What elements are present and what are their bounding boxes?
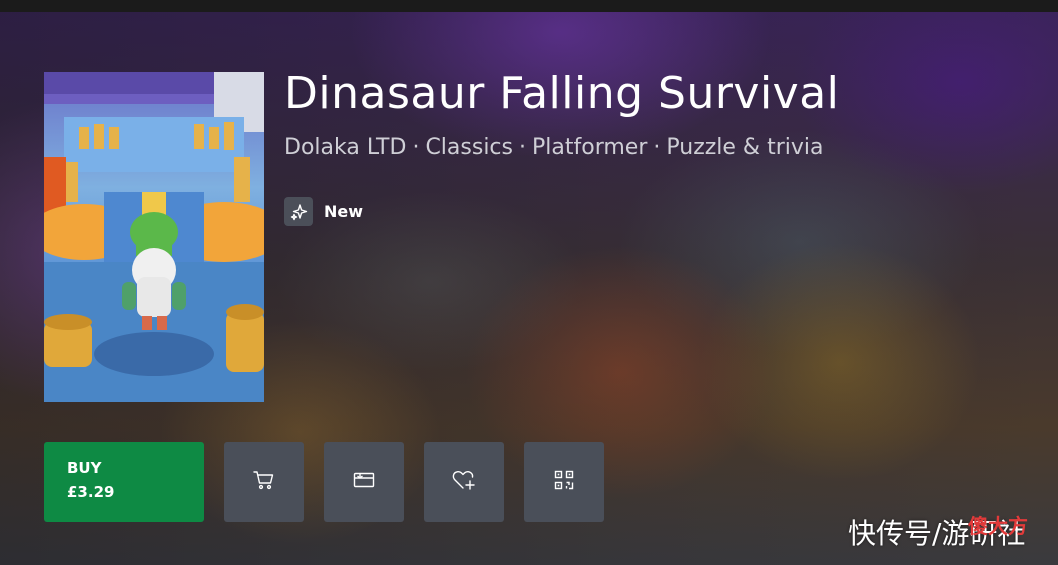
qr-code-icon	[554, 470, 574, 494]
sparkle-icon	[284, 197, 313, 226]
game-cover-art	[44, 72, 264, 402]
cart-icon	[253, 470, 275, 494]
buy-label: BUY	[67, 459, 102, 477]
badge-label: New	[324, 202, 364, 221]
category-link-classics[interactable]: Classics	[425, 135, 513, 160]
category-link-platformer[interactable]: Platformer	[532, 135, 647, 160]
separator: ·	[519, 135, 526, 160]
heart-plus-icon	[452, 469, 476, 495]
buy-price: £3.29	[67, 483, 115, 501]
separator: ·	[412, 135, 420, 160]
category-link-puzzle[interactable]: Puzzle & trivia	[666, 135, 823, 160]
buy-button[interactable]: BUY £3.29	[44, 442, 204, 522]
separator: ·	[653, 135, 661, 160]
publisher-link[interactable]: Dolaka LTD	[284, 135, 406, 160]
gift-card-icon	[353, 471, 375, 493]
game-subtitle: Dolaka LTD · Classics · Platformer · Puzzle & …	[284, 135, 823, 160]
redeem-code-button[interactable]	[324, 442, 404, 522]
add-to-cart-button[interactable]	[224, 442, 304, 522]
add-to-wishlist-button[interactable]	[424, 442, 504, 522]
new-badge: New	[284, 197, 363, 226]
watermark-stamp: 傻大方	[968, 514, 1028, 538]
game-title: Dinasaur Falling Survival	[284, 68, 840, 119]
share-qr-button[interactable]	[524, 442, 604, 522]
top-bar	[0, 0, 1058, 12]
